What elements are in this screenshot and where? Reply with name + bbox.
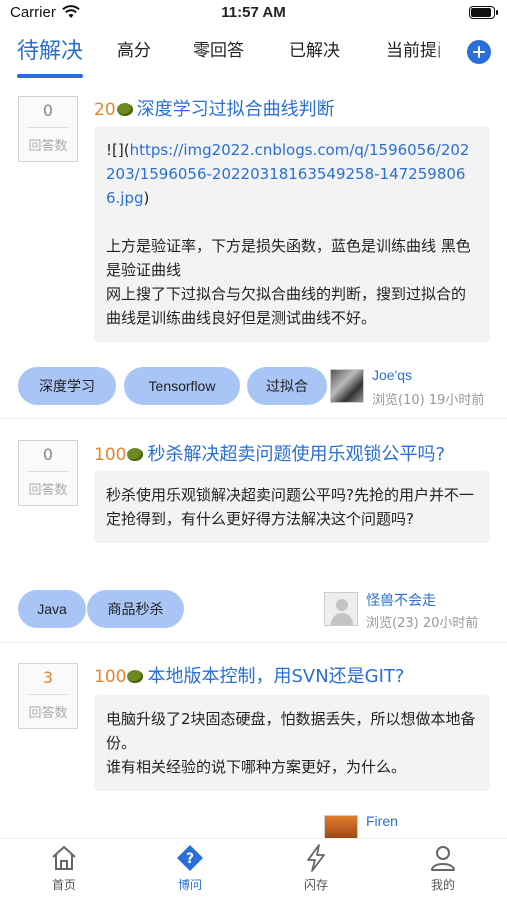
body-text: 上方是验证率，下方是损失函数，蓝色是训练曲线 黑色是验证曲线: [106, 237, 471, 279]
category-tabs: 待解决 高分 零回答 已解决 当前提问: [0, 28, 507, 80]
tab-pending[interactable]: 待解决: [17, 33, 83, 65]
author-name[interactable]: 怪兽不会走: [366, 590, 436, 610]
question-icon: ?: [177, 845, 203, 871]
svg-text:?: ?: [186, 851, 194, 867]
bean-icon: [116, 103, 133, 116]
divider: [0, 418, 507, 419]
bounty-value: 100: [94, 445, 127, 465]
tab-high-score[interactable]: 高分: [117, 36, 151, 61]
question-meta: 浏览(10) 19小时前: [372, 393, 485, 408]
tabbar-label: 首页: [51, 878, 76, 892]
tag-tensorflow[interactable]: Tensorflow: [124, 367, 240, 405]
question-body[interactable]: 电脑升级了2块固态硬盘，怕数据丢失，所以想做本地备份。 谁有相关经验的说下哪种方…: [94, 695, 490, 791]
tabbar-label: 博问: [177, 878, 202, 892]
flash-icon: [307, 844, 325, 872]
question-title-text: 本地版本控制，用SVN还是GIT?: [147, 666, 405, 687]
author-name[interactable]: Joe'qs: [372, 367, 412, 383]
tab-zero-answers[interactable]: 零回答: [193, 36, 244, 61]
avatar[interactable]: [324, 592, 358, 626]
body-text: 秒杀使用乐观锁解决超卖问题公平吗?先抢的用户并不一定抢得到，有什么更好得方法解决…: [106, 486, 474, 528]
bounty-value: 20: [94, 100, 116, 120]
tag-overfitting[interactable]: 过拟合: [247, 367, 327, 405]
bean-icon: [127, 448, 144, 461]
clock: 11:57 AM: [221, 4, 286, 21]
bean-icon: [127, 670, 144, 683]
question-title-text: 秒杀解决超卖问题使用乐观锁公平吗?: [147, 444, 446, 465]
answer-count-box: 0 回答数: [18, 440, 78, 506]
body-text: 网上搜了下过拟合与欠拟合曲线的判断，搜到过拟合的曲线是训练曲线良好但是测试曲线不…: [106, 285, 467, 327]
avatar[interactable]: [330, 369, 364, 403]
question-title[interactable]: 20 深度学习过拟合曲线判断: [94, 95, 493, 121]
tag-deep-learning[interactable]: 深度学习: [18, 367, 116, 405]
question-meta: 浏览(23) 20小时前: [366, 616, 479, 631]
body-text: ![](: [106, 141, 130, 159]
question-title[interactable]: 100 本地版本控制，用SVN还是GIT?: [94, 662, 493, 688]
image-link[interactable]: https://img2022.cnblogs.com/q/1596056/20…: [106, 141, 469, 207]
answer-count-box: 3 回答数: [18, 663, 78, 729]
add-question-button[interactable]: [467, 40, 491, 64]
tabbar-label: 闪存: [303, 878, 328, 892]
author-name[interactable]: Firen: [366, 813, 398, 829]
battery-icon: [469, 6, 498, 19]
question-title[interactable]: 100 秒杀解决超卖问题使用乐观锁公平吗?: [94, 440, 493, 466]
active-tab-indicator: [17, 74, 83, 78]
tab-solved[interactable]: 已解决: [289, 36, 340, 61]
profile-icon: [431, 846, 455, 871]
body-text: ): [143, 189, 150, 207]
tabbar-label: 我的: [430, 878, 455, 892]
answer-count-label: 回答数: [28, 706, 68, 721]
answer-count-label: 回答数: [28, 139, 68, 154]
status-bar: Carrier 11:57 AM: [0, 0, 507, 28]
body-text: 电脑升级了2块固态硬盘，怕数据丢失，所以想做本地备份。: [106, 710, 476, 752]
answer-count-label: 回答数: [28, 483, 68, 498]
tabbar-question[interactable]: ? 博问: [160, 843, 220, 893]
divider: [0, 642, 507, 643]
home-icon: [52, 846, 76, 870]
tabbar-profile[interactable]: 我的: [413, 843, 473, 893]
answer-count: 0: [42, 101, 54, 120]
tabbar-flash[interactable]: 闪存: [286, 843, 346, 893]
tag-flash-sale[interactable]: 商品秒杀: [87, 590, 184, 628]
answer-count: 0: [42, 445, 54, 464]
answer-count: 3: [42, 668, 54, 687]
question-body[interactable]: ![](https://img2022.cnblogs.com/q/159605…: [94, 126, 490, 342]
answer-count-box: 0 回答数: [18, 96, 78, 162]
bottom-tab-bar: 首页 ? 博问 闪存 我的: [0, 838, 507, 900]
tabbar-home[interactable]: 首页: [34, 843, 94, 893]
body-text: 谁有相关经验的说下哪种方案更好，为什么。: [106, 758, 407, 776]
bounty-value: 100: [94, 667, 127, 687]
tag-java[interactable]: Java: [18, 590, 86, 628]
question-title-text: 深度学习过拟合曲线判断: [136, 99, 335, 120]
question-body[interactable]: 秒杀使用乐观锁解决超卖问题公平吗?先抢的用户并不一定抢得到，有什么更好得方法解决…: [94, 471, 490, 543]
